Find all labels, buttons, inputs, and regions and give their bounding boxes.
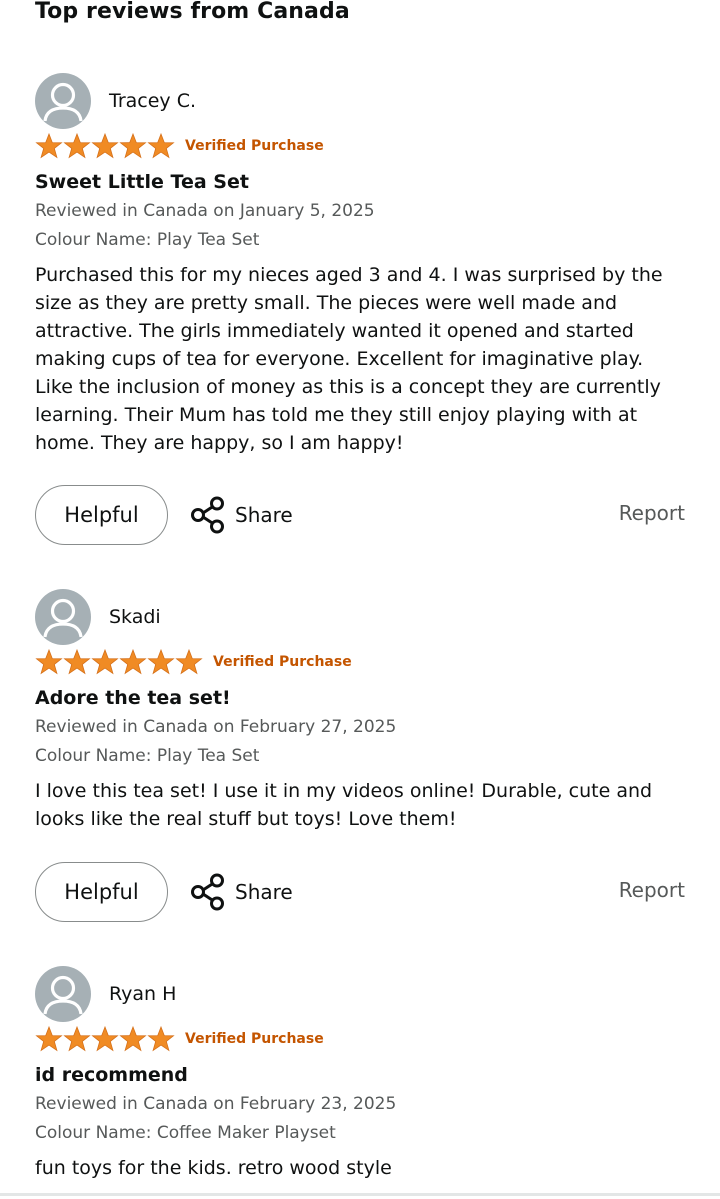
report-link[interactable]: Report <box>619 878 685 902</box>
share-icon <box>191 873 224 911</box>
review-date: Reviewed in Canada on January 5, 2025 <box>35 201 375 221</box>
reviewer-name: Ryan H <box>109 983 177 1005</box>
verified-purchase-badge: Verified Purchase <box>185 1031 324 1047</box>
reviewer-profile[interactable]: Tracey C. <box>35 73 196 129</box>
review-date: Reviewed in Canada on February 27, 2025 <box>35 717 397 737</box>
star-rating <box>35 1026 175 1052</box>
star-icon <box>147 1026 175 1052</box>
star-rating <box>35 649 203 675</box>
avatar-icon <box>35 73 91 129</box>
helpful-button[interactable]: Helpful <box>35 862 168 922</box>
review-variant: Colour Name: Play Tea Set <box>35 230 260 250</box>
verified-purchase-badge: Verified Purchase <box>213 654 352 670</box>
review-title[interactable]: id recommend <box>35 1062 188 1088</box>
share-icon <box>191 496 224 534</box>
bottom-divider <box>0 1193 720 1196</box>
report-link[interactable]: Report <box>619 501 685 525</box>
reviews-page: Top reviews from Canada Tracey C. Verifi… <box>0 0 720 1199</box>
review-title[interactable]: Adore the tea set! <box>35 685 231 711</box>
section-title: Top reviews from Canada <box>35 0 350 24</box>
star-icon <box>35 1026 63 1052</box>
rating-row[interactable]: Verified Purchase <box>35 1024 324 1054</box>
reviewer-name: Tracey C. <box>109 90 196 112</box>
star-icon <box>119 649 147 675</box>
review-body: I love this tea set! I use it in my vide… <box>35 780 653 830</box>
review-variant: Colour Name: Play Tea Set <box>35 746 260 766</box>
reviewer-profile[interactable]: Ryan H <box>35 966 176 1022</box>
review-actions: Helpful Share Report <box>35 485 685 545</box>
star-icon <box>91 649 119 675</box>
star-icon <box>147 133 175 159</box>
review-actions: Helpful Share Report <box>35 862 685 922</box>
review-title[interactable]: Sweet Little Tea Set <box>35 169 249 195</box>
share-button[interactable]: Share <box>189 872 293 912</box>
star-icon <box>35 649 63 675</box>
review-date: Reviewed in Canada on February 23, 2025 <box>35 1094 397 1114</box>
review-body: Purchased this for my nieces aged 3 and … <box>35 264 663 454</box>
star-icon <box>91 133 119 159</box>
star-icon <box>63 649 91 675</box>
star-icon <box>119 1026 147 1052</box>
avatar-icon <box>35 589 91 645</box>
rating-row[interactable]: Verified Purchase <box>35 131 324 161</box>
share-label: Share <box>235 503 293 527</box>
rating-row[interactable]: Verified Purchase <box>35 647 352 677</box>
verified-purchase-badge: Verified Purchase <box>185 138 324 154</box>
star-icon <box>63 133 91 159</box>
star-icon <box>91 1026 119 1052</box>
star-icon <box>119 133 147 159</box>
reviewer-name: Skadi <box>109 606 161 628</box>
review-variant: Colour Name: Coffee Maker Playset <box>35 1123 336 1143</box>
share-button[interactable]: Share <box>189 495 293 535</box>
share-label: Share <box>235 880 293 904</box>
review-body: fun toys for the kids. retro wood style <box>35 1157 392 1179</box>
reviewer-profile[interactable]: Skadi <box>35 589 161 645</box>
star-icon <box>35 133 63 159</box>
star-icon <box>175 649 203 675</box>
star-icon <box>63 1026 91 1052</box>
star-icon <box>147 649 175 675</box>
star-rating <box>35 133 175 159</box>
avatar-icon <box>35 966 91 1022</box>
helpful-button[interactable]: Helpful <box>35 485 168 545</box>
